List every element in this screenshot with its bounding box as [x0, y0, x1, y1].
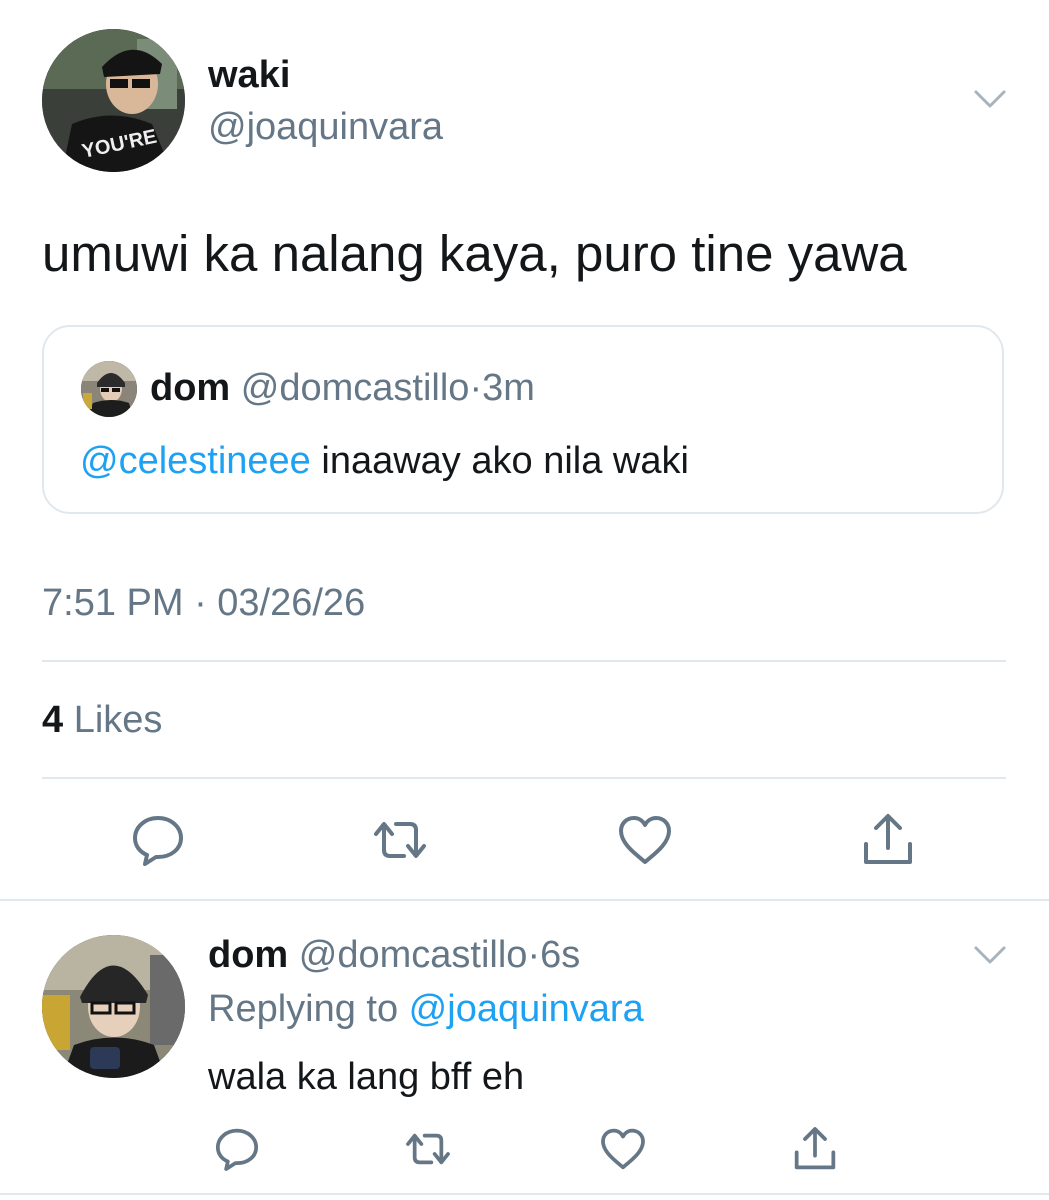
share-icon[interactable] — [790, 1124, 840, 1174]
divider — [42, 777, 1006, 779]
separator-dot: · — [469, 367, 483, 409]
reply-icon[interactable] — [128, 810, 188, 870]
quoted-author-name: dom — [150, 367, 231, 409]
tweet-timestamp[interactable]: 7:51 PM · 03/26/26 — [42, 580, 365, 626]
quoted-tweet-card[interactable]: dom @domcastillo·3m @celestineee inaaway… — [42, 325, 1004, 514]
divider — [42, 660, 1006, 662]
tweet-text: umuwi ka nalang kaya, puro tine yawa — [42, 225, 907, 282]
replying-to-label: Replying to — [208, 988, 409, 1030]
divider — [0, 899, 1049, 901]
quoted-author-avatar — [81, 361, 137, 417]
chevron-down-icon[interactable] — [973, 88, 1007, 110]
author-avatar[interactable]: YOU'RE — [42, 29, 185, 172]
reply-text: wala ka lang bff eh — [208, 1056, 525, 1098]
retweet-icon[interactable] — [403, 1124, 453, 1174]
likes-label: Likes — [73, 699, 163, 741]
like-icon[interactable] — [598, 1124, 648, 1174]
replying-to-line: Replying to @joaquinvara — [208, 986, 644, 1032]
reply-time: 6s — [540, 934, 581, 976]
likes-summary[interactable]: 4 Likes — [42, 697, 162, 743]
separator-dot: · — [527, 934, 541, 976]
author-handle[interactable]: @joaquinvara — [208, 104, 443, 150]
reply-header: dom @domcastillo·6s — [208, 932, 580, 978]
divider — [0, 1193, 1049, 1195]
author-name[interactable]: waki — [208, 52, 290, 98]
like-icon[interactable] — [615, 810, 675, 870]
quoted-time: 3m — [482, 367, 535, 409]
quoted-text: inaaway ako nila waki — [310, 440, 689, 482]
quoted-author-handle: @domcastillo — [240, 367, 470, 409]
likes-count: 4 — [42, 699, 64, 741]
reply-icon[interactable] — [212, 1124, 262, 1174]
chevron-down-icon[interactable] — [973, 944, 1007, 966]
retweet-icon[interactable] — [370, 810, 430, 870]
replying-to-handle[interactable]: @joaquinvara — [409, 988, 644, 1030]
reply-author-avatar[interactable] — [42, 935, 185, 1078]
reply-author-name[interactable]: dom — [208, 934, 288, 976]
reply-author-handle[interactable]: @domcastillo — [299, 934, 528, 976]
quoted-tweet-header: dom @domcastillo·3m — [150, 365, 535, 411]
quoted-tweet-text: @celestineee inaaway ako nila waki — [80, 437, 689, 485]
share-icon[interactable] — [858, 810, 918, 870]
mention-link[interactable]: @celestineee — [80, 440, 311, 482]
